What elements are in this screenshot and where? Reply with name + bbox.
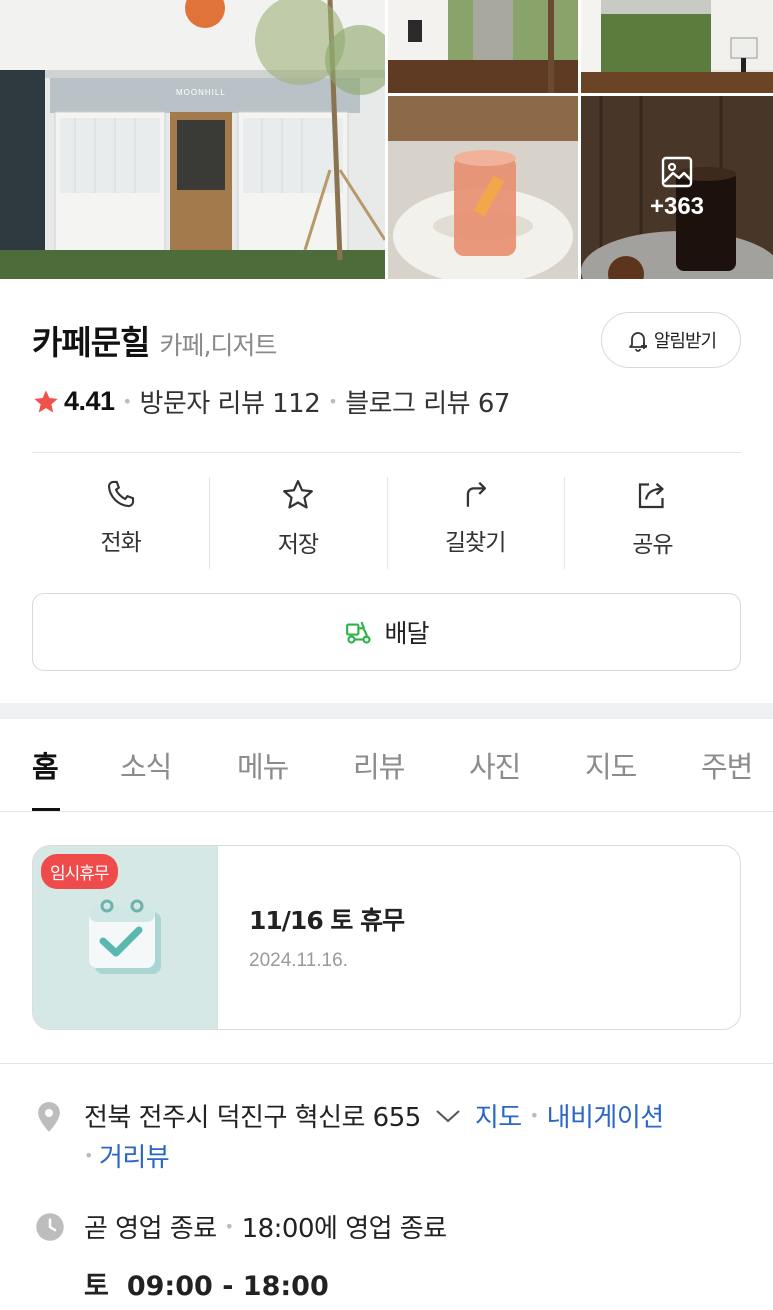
rating-row: 4.41 • 방문자 리뷰 112 • 블로그 리뷰 67	[32, 383, 510, 420]
delivery-button[interactable]: 배달	[32, 593, 741, 671]
delivery-label: 배달	[384, 619, 429, 648]
address-text: 전북 전주시 덕진구 혁신로 655	[84, 1103, 421, 1133]
image-icon	[661, 156, 693, 187]
separator-dot: •	[529, 1106, 539, 1125]
action-bar: 전화 저장 길찾기 공유	[32, 477, 741, 569]
tab-menu[interactable]: 메뉴	[237, 744, 289, 786]
storefront-image	[0, 0, 385, 279]
directions-label: 길찾기	[444, 530, 506, 556]
place-category: 카페,디저트	[159, 331, 277, 360]
alarm-button-label: 알림받기	[653, 331, 717, 352]
notice-thumbnail: 임시휴무	[33, 846, 218, 1029]
photo-thumb-2[interactable]	[581, 0, 773, 93]
more-photos-overlay: +363	[581, 96, 773, 279]
chevron-down-icon	[436, 1109, 460, 1122]
hours-status: 곧 영업 종료	[84, 1214, 217, 1244]
hours-day-label: 토	[84, 1271, 109, 1302]
drink-image	[388, 96, 578, 279]
notice-title: 11/16 토 휴무	[249, 906, 405, 935]
photo-thumb-more[interactable]: +363	[581, 96, 773, 279]
rating-score: 4.41	[64, 386, 115, 416]
tab-reviews[interactable]: 리뷰	[353, 744, 405, 786]
tab-nearby[interactable]: 주변	[701, 744, 753, 786]
location-pin-icon	[38, 1102, 60, 1132]
tab-news[interactable]: 소식	[120, 744, 172, 786]
street-view-link[interactable]: 거리뷰	[99, 1137, 170, 1174]
hours-day-row: 토 09:00 - 18:00	[84, 1264, 329, 1303]
photo-thumb-1[interactable]	[388, 0, 578, 93]
place-title-row: 카페문힐 카페,디저트	[32, 316, 277, 364]
navigation-link[interactable]: 내비게이션	[547, 1097, 665, 1134]
save-button[interactable]: 저장	[209, 477, 386, 569]
hours-detail: 18:00에 영업 종료	[241, 1214, 448, 1244]
tab-bar: 홈 소식 메뉴 리뷰 사진 지도 주변	[0, 719, 773, 812]
blog-reviews-link[interactable]: 블로그 리뷰 67	[345, 383, 510, 420]
garden-view-image	[581, 0, 773, 93]
separator-dot: •	[328, 392, 338, 411]
separator-dot: •	[122, 392, 132, 411]
window-seat-image	[388, 0, 578, 93]
tab-photos[interactable]: 사진	[469, 744, 521, 786]
notice-card[interactable]: 임시휴무 11/16 토 휴무 2024.11.16.	[32, 845, 741, 1030]
photo-thumb-3[interactable]	[388, 96, 578, 279]
hours-status-row[interactable]: 곧 영업 종료 • 18:00에 영업 종료	[84, 1208, 447, 1245]
address-row: 전북 전주시 덕진구 혁신로 655 지도 • 내비게이션	[84, 1097, 664, 1134]
hours-time: 09:00 - 18:00	[126, 1271, 329, 1302]
phone-icon	[107, 480, 134, 508]
delivery-scooter-icon	[346, 621, 372, 644]
place-name: 카페문힐	[32, 323, 150, 362]
more-photos-count: +363	[649, 192, 705, 220]
share-button[interactable]: 공유	[563, 477, 741, 569]
directions-icon	[466, 481, 487, 507]
tab-map[interactable]: 지도	[585, 744, 637, 786]
map-link[interactable]: 지도	[475, 1097, 522, 1134]
separator-dot: •	[224, 1217, 234, 1236]
temporary-closure-badge: 임시휴무	[41, 854, 118, 889]
active-tab-indicator	[32, 808, 60, 811]
save-label: 저장	[277, 532, 319, 558]
address-expand-toggle[interactable]	[435, 1101, 461, 1131]
divider	[0, 1063, 773, 1064]
visitor-reviews-link[interactable]: 방문자 리뷰 112	[140, 383, 321, 420]
bell-plus-icon	[628, 332, 647, 352]
notice-date: 2024.11.16.	[249, 950, 348, 971]
main-photo[interactable]: MOONHILL	[0, 0, 385, 279]
star-rating-icon	[34, 389, 58, 412]
call-button[interactable]: 전화	[32, 477, 209, 569]
share-icon	[639, 482, 664, 509]
star-icon	[282, 480, 313, 509]
address-row-2: • 거리뷰	[84, 1137, 170, 1174]
shop-sign-text: MOONHILL	[176, 88, 226, 97]
alarm-button[interactable]: 알림받기	[601, 312, 741, 368]
clock-icon	[36, 1213, 64, 1241]
divider	[32, 452, 741, 453]
tab-home[interactable]: 홈	[32, 744, 59, 786]
directions-button[interactable]: 길찾기	[386, 477, 564, 569]
call-label: 전화	[100, 530, 141, 556]
share-label: 공유	[632, 532, 673, 558]
section-separator	[0, 703, 773, 719]
separator-dot: •	[84, 1146, 93, 1165]
photo-gallery: MOONHILL +363	[0, 0, 773, 279]
